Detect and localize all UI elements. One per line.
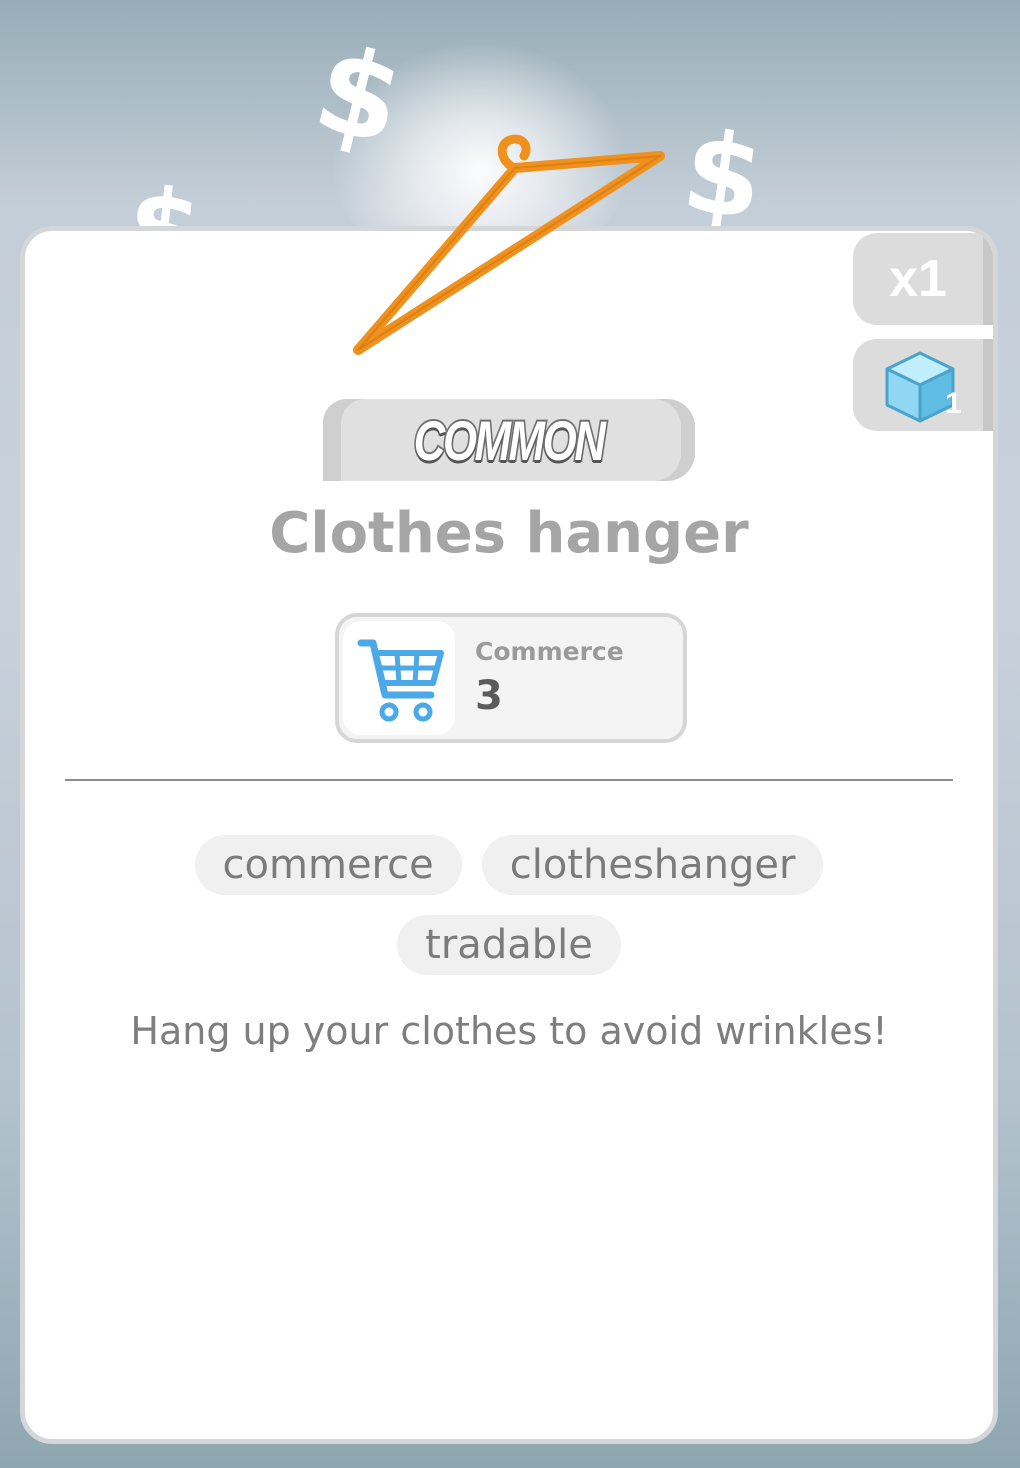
stat-label: Commerce	[475, 637, 624, 666]
section-divider	[65, 779, 953, 781]
tag-list: commerce clotheshanger tradable	[85, 835, 933, 975]
quantity-badge: x1	[853, 233, 993, 325]
cube-count: 1	[945, 387, 962, 420]
item-description: Hang up your clothes to avoid wrinkles!	[130, 1009, 888, 1053]
stat-value: 3	[475, 673, 503, 719]
item-title: Clothes hanger	[269, 501, 749, 566]
tag-chip: commerce	[194, 835, 462, 895]
tag-chip: tradable	[397, 915, 621, 975]
cube-badge[interactable]: 1	[853, 339, 993, 431]
item-card: x1 1 COMMON Clothes hanger Commerce 3 co…	[20, 226, 998, 1444]
dollar-icon: $	[675, 106, 771, 246]
rarity-label: COMMON	[413, 407, 608, 474]
shopping-cart-icon	[357, 639, 444, 722]
stat-box-commerce: Commerce 3	[335, 613, 687, 743]
stat-icon-frame	[343, 621, 455, 735]
quantity-label: x1	[889, 250, 947, 308]
hanger-icon	[353, 134, 665, 355]
tag-chip: clotheshanger	[481, 835, 824, 895]
rarity-banner: COMMON	[323, 399, 695, 481]
